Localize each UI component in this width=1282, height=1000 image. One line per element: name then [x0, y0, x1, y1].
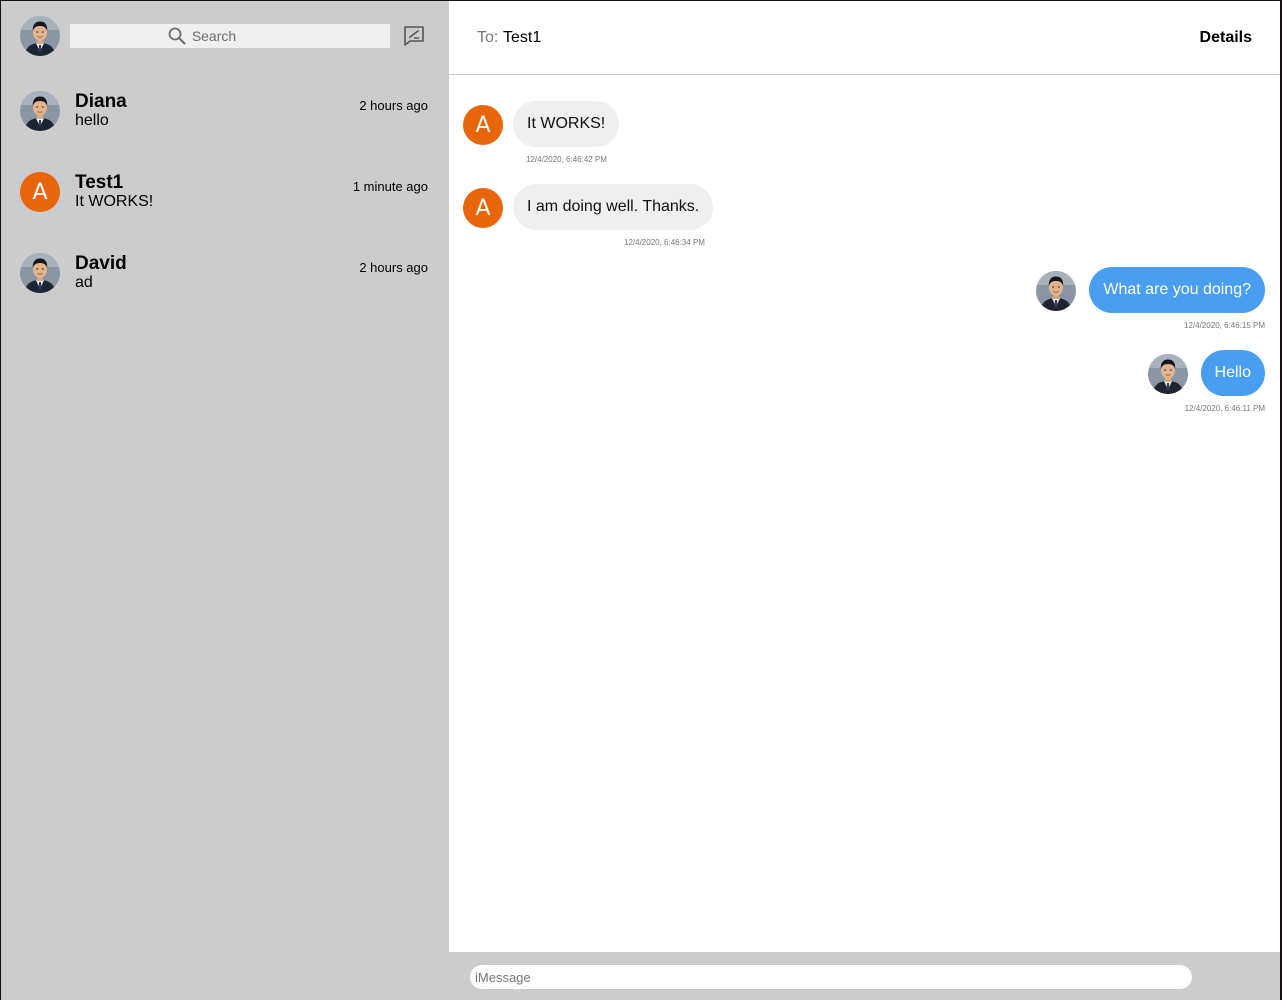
sidebar: Search Diana hello 2 hours ago A Test1 I…	[1, 1, 449, 1000]
compose-icon[interactable]	[403, 25, 425, 47]
message-bubble: It WORKS!	[513, 101, 620, 147]
conversation-preview: hello	[75, 112, 109, 129]
conversation-preview: It WORKS!	[75, 193, 154, 210]
my-message-avatar	[1036, 271, 1076, 311]
message-row-outgoing: Hello 12/4/2020, 6:46:11 PM	[1125, 350, 1265, 413]
conversation-item-diana[interactable]: Diana hello 2 hours ago	[1, 91, 449, 155]
my-avatar[interactable]	[20, 16, 60, 56]
search-field[interactable]: Search	[70, 24, 390, 48]
message-bubble: What are you doing?	[1089, 267, 1265, 313]
conversation-preview: ad	[75, 274, 93, 291]
sender-avatar: A	[463, 188, 503, 228]
conversation-name: Diana	[75, 91, 127, 112]
contact-avatar	[20, 91, 60, 131]
message-timestamp: 12/4/2020, 6:46:42 PM	[526, 155, 607, 164]
conversation-time: 2 hours ago	[359, 98, 428, 113]
contact-avatar	[20, 253, 60, 293]
search-icon	[168, 27, 186, 45]
conversation-item-david[interactable]: David ad 2 hours ago	[1, 253, 449, 317]
sender-avatar: A	[463, 105, 503, 145]
message-bubble: I am doing well. Thanks.	[513, 184, 714, 230]
message-row-incoming: A I am doing well. Thanks. 12/4/2020, 6:…	[463, 184, 783, 247]
conversation-item-test1[interactable]: A Test1 It WORKS! 1 minute ago	[1, 172, 449, 236]
message-input[interactable]	[470, 965, 1192, 989]
message-timestamp: 12/4/2020, 6:46:15 PM	[1184, 321, 1265, 330]
chat-header: To: Test1 Details	[449, 1, 1280, 75]
conversation-name: Test1	[75, 172, 124, 193]
conversation-name: David	[75, 253, 127, 274]
message-bubble: Hello	[1200, 350, 1265, 396]
message-row-outgoing: What are you doing? 12/4/2020, 6:46:15 P…	[1005, 267, 1265, 330]
message-row-incoming: A It WORKS! 12/4/2020, 6:46:42 PM	[463, 101, 723, 164]
my-message-avatar	[1148, 354, 1188, 394]
conversation-time: 2 hours ago	[359, 260, 428, 275]
conversation-time: 1 minute ago	[352, 179, 428, 194]
message-timestamp: 12/4/2020, 6:46:11 PM	[1184, 404, 1265, 413]
to-label: To:	[477, 29, 499, 46]
chat-pane: To: Test1 Details A It WORKS! 12/4/2020,…	[449, 1, 1280, 1000]
contact-avatar: A	[20, 172, 60, 212]
details-button[interactable]: Details	[1200, 29, 1252, 47]
recipient-name: Test1	[503, 29, 542, 46]
search-placeholder: Search	[191, 28, 237, 44]
sidebar-header: Search	[1, 1, 449, 71]
message-timestamp: 12/4/2020, 6:46:34 PM	[624, 238, 705, 247]
composer-bar	[449, 952, 1280, 1000]
app-window: Search Diana hello 2 hours ago A Test1 I…	[1, 1, 1280, 1000]
